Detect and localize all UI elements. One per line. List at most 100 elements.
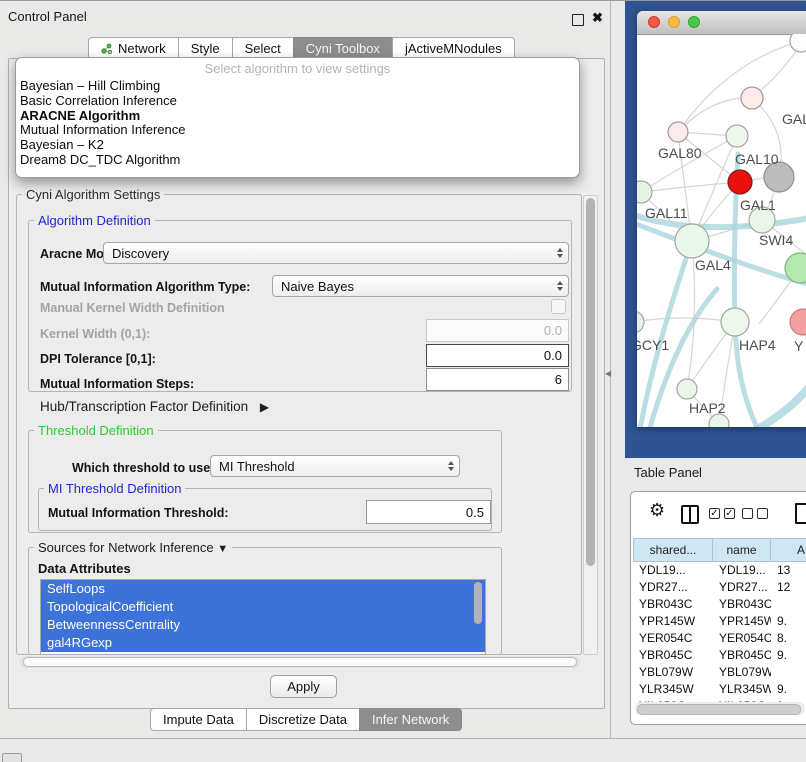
document-icon[interactable] [795,503,806,524]
kernel-width-label: Kernel Width (0,1): [40,327,150,341]
list-item[interactable]: SelfLoops [41,580,485,598]
table-cell: 9. [771,613,806,630]
table-hscrollbar-thumb[interactable] [637,704,801,715]
table-cell: YBR043C [713,596,771,613]
table-header-cell[interactable]: name [713,538,771,562]
table-cell: YBL079W [713,664,771,681]
table-row[interactable]: YBR045CYBR045C9. [633,647,806,664]
unchecked-checkbox-icon[interactable] [757,508,768,519]
table-cell: YLR345W [633,681,713,698]
network-window: GALGAL80GAL10GAL1GAL11SWI4GAL4GCY1HAP4YH… [637,11,806,427]
list-item[interactable]: BetweennessCentrality [41,616,485,634]
network-edge [687,241,695,389]
kernel-width-input[interactable]: 0.0 [426,319,569,342]
data-attributes-label: Data Attributes [38,561,131,576]
table-row[interactable]: YBL079WYBL079W [633,664,806,681]
list-scrollbar-thumb[interactable] [474,582,482,624]
network-node[interactable] [790,34,806,52]
algorithm-option[interactable]: Basic Correlation Inference [20,94,579,109]
network-node[interactable] [728,170,752,194]
sources-collapse-icon[interactable]: ▼ [217,543,228,555]
settings-scrollbar-thumb[interactable] [586,198,595,566]
network-node[interactable] [677,379,697,399]
columns-icon[interactable] [681,505,699,524]
close-icon[interactable]: ✖ [592,10,603,26]
mi-threshold-label: Mutual Information Threshold: [48,506,229,520]
bottom-tab-impute-data[interactable]: Impute Data [150,708,247,731]
splitter-arrow-icon[interactable]: ◀ [605,369,611,378]
application-window: { "window": { "title": "Control Panel" }… [0,0,806,762]
network-node[interactable] [675,224,709,258]
network-node[interactable] [637,311,644,333]
table-row[interactable]: YDL19...YDL19...13 [633,562,806,579]
algorithm-option[interactable]: Mutual Information Inference [20,123,579,138]
which-threshold-select[interactable]: MI Threshold [210,455,460,477]
network-node[interactable] [790,309,806,335]
algorithm-option[interactable]: ARACNE Algorithm [20,109,579,124]
settings-scrollbar[interactable] [583,195,598,655]
table-cell: YER054C [713,630,771,647]
algorithm-option[interactable]: Bayesian – Hill Climbing [20,79,579,94]
traffic-light-minimize-icon[interactable] [668,16,680,28]
data-attributes-list[interactable]: SelfLoopsTopologicalCoefficientBetweenne… [40,579,486,655]
network-view[interactable]: GALGAL80GAL10GAL1GAL11SWI4GAL4GCY1HAP4YH… [637,34,806,427]
table-cell [771,596,806,613]
mini-button[interactable] [2,753,22,762]
table-cell: 8. [771,630,806,647]
table-cell: YER054C [633,630,713,647]
bottom-tab-infer-network[interactable]: Infer Network [359,708,462,731]
sources-title[interactable]: Sources for Network Inference ▼ [34,540,232,555]
checked-checkbox-icon[interactable]: ✓ [724,508,735,519]
network-window-titlebar[interactable] [637,11,806,35]
mi-algorithm-type-label: Mutual Information Algorithm Type: [40,280,250,294]
node-label: GAL [782,111,806,127]
table-cell [771,664,806,681]
table-header-cell[interactable]: A [771,538,806,562]
algorithm-select-popup[interactable]: Select algorithm to view settings Bayesi… [15,57,580,178]
list-item[interactable]: gal4RGexp [41,634,485,652]
mi-threshold-group-title: MI Threshold Definition [44,481,185,496]
dpi-tolerance-input[interactable]: 0.0 [426,344,569,367]
table-row[interactable]: YLR345WYLR345W9. [633,681,806,698]
table-row[interactable]: YER054CYER054C8. [633,630,806,647]
settings-hscrollbar-thumb[interactable] [23,657,577,667]
checked-checkbox-icon[interactable]: ✓ [709,508,720,519]
traffic-light-close-icon[interactable] [648,16,660,28]
network-node[interactable] [726,125,748,147]
node-label: HAP2 [689,400,726,416]
table-row[interactable]: YDR27...YDR27...12 [633,579,806,596]
mi-algorithm-type-value: Naive Bayes [281,279,354,294]
table-cell: YBL079W [633,664,713,681]
aracne-mode-select[interactable]: Discovery [103,242,569,264]
table-row[interactable]: YPR145WYPR145W9. [633,613,806,630]
network-node[interactable] [637,181,652,203]
table-header-cell[interactable]: shared... [633,538,713,562]
mi-steps-input[interactable]: 6 [426,368,569,391]
tab-label: Infer Network [372,712,449,727]
list-item[interactable]: TopologicalCoefficient [41,598,485,616]
network-node[interactable] [741,87,763,109]
table-hscrollbar[interactable] [635,702,805,715]
which-threshold-value: MI Threshold [219,459,295,474]
network-graph[interactable]: GALGAL80GAL10GAL1GAL11SWI4GAL4GCY1HAP4YH… [637,34,806,427]
node-label: GAL4 [695,257,731,273]
hub-definition-label[interactable]: Hub/Transcription Factor Definition ▶ [40,399,269,414]
unchecked-checkbox-icon[interactable] [742,508,753,519]
hub-expand-icon[interactable]: ▶ [260,400,269,414]
tab-label: jActiveMNodules [405,41,502,56]
mi-algorithm-type-select[interactable]: Naive Bayes [272,275,569,297]
network-node[interactable] [668,122,688,142]
mi-threshold-input[interactable]: 0.5 [366,500,491,524]
manual-kernel-checkbox[interactable] [551,299,566,314]
algorithm-option[interactable]: Bayesian – K2 [20,138,579,153]
gear-icon[interactable]: ⚙ [649,500,665,521]
float-window-icon[interactable] [572,14,584,26]
apply-button[interactable]: Apply [270,675,337,698]
network-node[interactable] [721,308,749,336]
bottom-tab-discretize-data[interactable]: Discretize Data [246,708,360,731]
settings-hscrollbar[interactable] [20,656,580,668]
table-row[interactable]: YBR043CYBR043C [633,596,806,613]
traffic-light-zoom-icon[interactable] [688,16,700,28]
algorithm-option[interactable]: Dream8 DC_TDC Algorithm [20,153,579,168]
network-edge [637,318,735,322]
